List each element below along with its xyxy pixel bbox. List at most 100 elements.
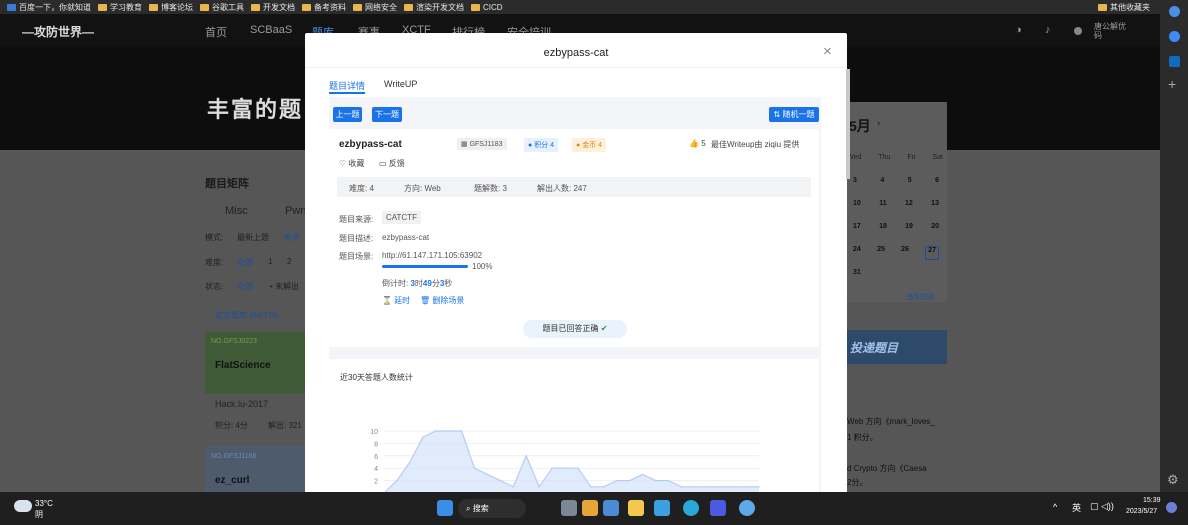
add-icon[interactable]: + — [1168, 76, 1176, 92]
data-point[interactable] — [473, 467, 476, 469]
next-button[interactable]: 下一题 — [372, 107, 402, 122]
status-all[interactable]: 全部 — [237, 281, 253, 292]
category-misc[interactable]: Misc — [225, 205, 248, 217]
outlook-icon[interactable] — [1169, 56, 1180, 67]
scrollbar[interactable] — [846, 69, 850, 179]
chrome-icon[interactable] — [739, 500, 755, 516]
extend-button[interactable]: ⌛ 延时 — [382, 295, 410, 306]
data-point[interactable] — [641, 473, 644, 476]
bookmark-folder[interactable]: 学习教育 — [98, 2, 142, 13]
site-logo[interactable]: —攻防世界— — [22, 23, 94, 40]
vscode-icon[interactable] — [710, 500, 726, 516]
status-unsolved[interactable]: • 未解出 — [270, 281, 299, 292]
username[interactable]: 唐公解优码 — [1094, 22, 1130, 40]
difficulty-all[interactable]: 全部 — [237, 257, 253, 268]
challenge-card[interactable]: NO.GFSJ0223 FlatScience — [205, 332, 305, 394]
submit-banner[interactable]: 投递题目 — [847, 330, 947, 364]
folder-icon — [471, 3, 480, 11]
data-point[interactable] — [512, 486, 515, 488]
avatar[interactable] — [1074, 27, 1082, 35]
data-point[interactable] — [525, 455, 528, 457]
data-point[interactable] — [538, 486, 540, 488]
data-point[interactable] — [745, 486, 747, 488]
like-button[interactable]: 👍 5 — [689, 139, 706, 148]
store-icon[interactable] — [654, 500, 670, 516]
bookmark-folder[interactable]: CICD — [471, 3, 503, 12]
notification-icon[interactable] — [1166, 502, 1177, 513]
data-point[interactable] — [409, 461, 411, 463]
other-bookmarks[interactable]: 其他收藏夹 — [1098, 2, 1150, 13]
data-point[interactable] — [732, 486, 734, 488]
source-label: 题目来源: — [339, 215, 374, 224]
app-icon[interactable] — [582, 500, 598, 516]
mode-value[interactable]: 最新上题 — [237, 232, 269, 243]
gear-icon[interactable]: ⚙ — [1167, 472, 1179, 488]
mode-extra[interactable]: 新手 — [284, 232, 300, 243]
challenge-card[interactable]: NO.GFSJ1188 ez_curl — [205, 446, 305, 492]
widgets-icon[interactable] — [561, 500, 577, 516]
random-button[interactable]: ⇅ 随机一题 — [769, 107, 819, 122]
official-bank-tab[interactable]: 官方题库 (84/779) — [215, 310, 279, 321]
feedback-button[interactable]: ▭ 反馈 — [379, 158, 405, 169]
difficulty-2[interactable]: 2 — [287, 257, 291, 266]
data-point[interactable] — [499, 479, 502, 482]
delete-scene-button[interactable]: 🗑 删除场景 — [420, 295, 464, 306]
difficulty-1[interactable]: 1 — [268, 257, 272, 266]
clock-time[interactable]: 15:39 — [1143, 497, 1161, 504]
divider — [305, 67, 847, 68]
temperature[interactable]: 33°C — [35, 499, 53, 508]
scene-url[interactable]: http://61.147.171.105:63902 — [382, 251, 482, 260]
data-point[interactable] — [706, 486, 709, 488]
data-point[interactable] — [680, 486, 683, 488]
data-point[interactable] — [654, 479, 657, 482]
data-point[interactable] — [551, 467, 553, 469]
bookmark-folder[interactable]: 备考资料 — [302, 2, 346, 13]
data-point[interactable] — [577, 467, 579, 469]
search-box[interactable]: ⌕ 搜索 — [458, 499, 526, 518]
file-explorer-icon[interactable] — [628, 500, 644, 516]
prev-button[interactable]: 上一题 — [333, 107, 362, 122]
bookmark-folder[interactable]: 网络安全 — [353, 2, 397, 13]
data-point[interactable] — [447, 430, 450, 432]
start-icon[interactable] — [437, 500, 453, 516]
bookmark-folder[interactable]: 渲染开发文档 — [404, 2, 464, 13]
data-point[interactable] — [590, 486, 592, 488]
data-point[interactable] — [628, 479, 631, 482]
data-point[interactable] — [396, 479, 398, 482]
bookmark-item[interactable]: 百度一下，你就知道 — [7, 2, 91, 13]
chevron-right-icon[interactable]: › — [877, 118, 880, 129]
data-point[interactable] — [486, 473, 489, 476]
chevron-up-icon[interactable]: ^ — [1053, 502, 1057, 512]
close-icon[interactable]: × — [823, 43, 832, 60]
wifi-icon[interactable]: ▢ ◁)) — [1090, 501, 1114, 512]
data-point[interactable] — [758, 486, 760, 488]
edge-icon[interactable] — [683, 500, 699, 516]
weather[interactable]: 阴 — [35, 509, 43, 520]
data-point[interactable] — [667, 479, 670, 482]
data-point[interactable] — [421, 436, 424, 438]
bell-icon[interactable]: ♪ — [1045, 24, 1051, 36]
favorite-button[interactable]: ♡ 收藏 — [339, 158, 364, 169]
data-point[interactable] — [615, 479, 618, 482]
data-point[interactable] — [564, 467, 566, 469]
theme-icon[interactable]: ◑ — [1015, 24, 1022, 36]
copilot-icon[interactable] — [1169, 31, 1180, 42]
bookmark-folder[interactable]: 开发文档 — [251, 2, 295, 13]
data-point[interactable] — [693, 486, 696, 488]
bookmark-folder[interactable]: 博客论坛 — [149, 2, 193, 13]
data-point[interactable] — [460, 430, 463, 432]
data-point[interactable] — [603, 486, 605, 488]
input-language[interactable]: 英 — [1072, 501, 1081, 514]
clock-date[interactable]: 2023/5/27 — [1126, 508, 1157, 515]
taskview-icon[interactable] — [603, 500, 619, 516]
nav-home[interactable]: 首页 — [205, 24, 227, 40]
tab-writeup[interactable]: WriteUP — [384, 79, 417, 89]
nav-scbaas[interactable]: SCBaaS — [250, 24, 292, 36]
bookmark-folder[interactable]: 谷歌工具 — [200, 2, 244, 13]
signin-rules-link[interactable]: 签到规则 — [907, 292, 935, 302]
data-point[interactable] — [434, 430, 437, 432]
tab-detail[interactable]: 题目详情 — [329, 79, 365, 92]
category-pwn[interactable]: Pwn — [285, 205, 306, 217]
search-icon[interactable] — [1169, 6, 1180, 17]
data-point[interactable] — [719, 486, 722, 488]
